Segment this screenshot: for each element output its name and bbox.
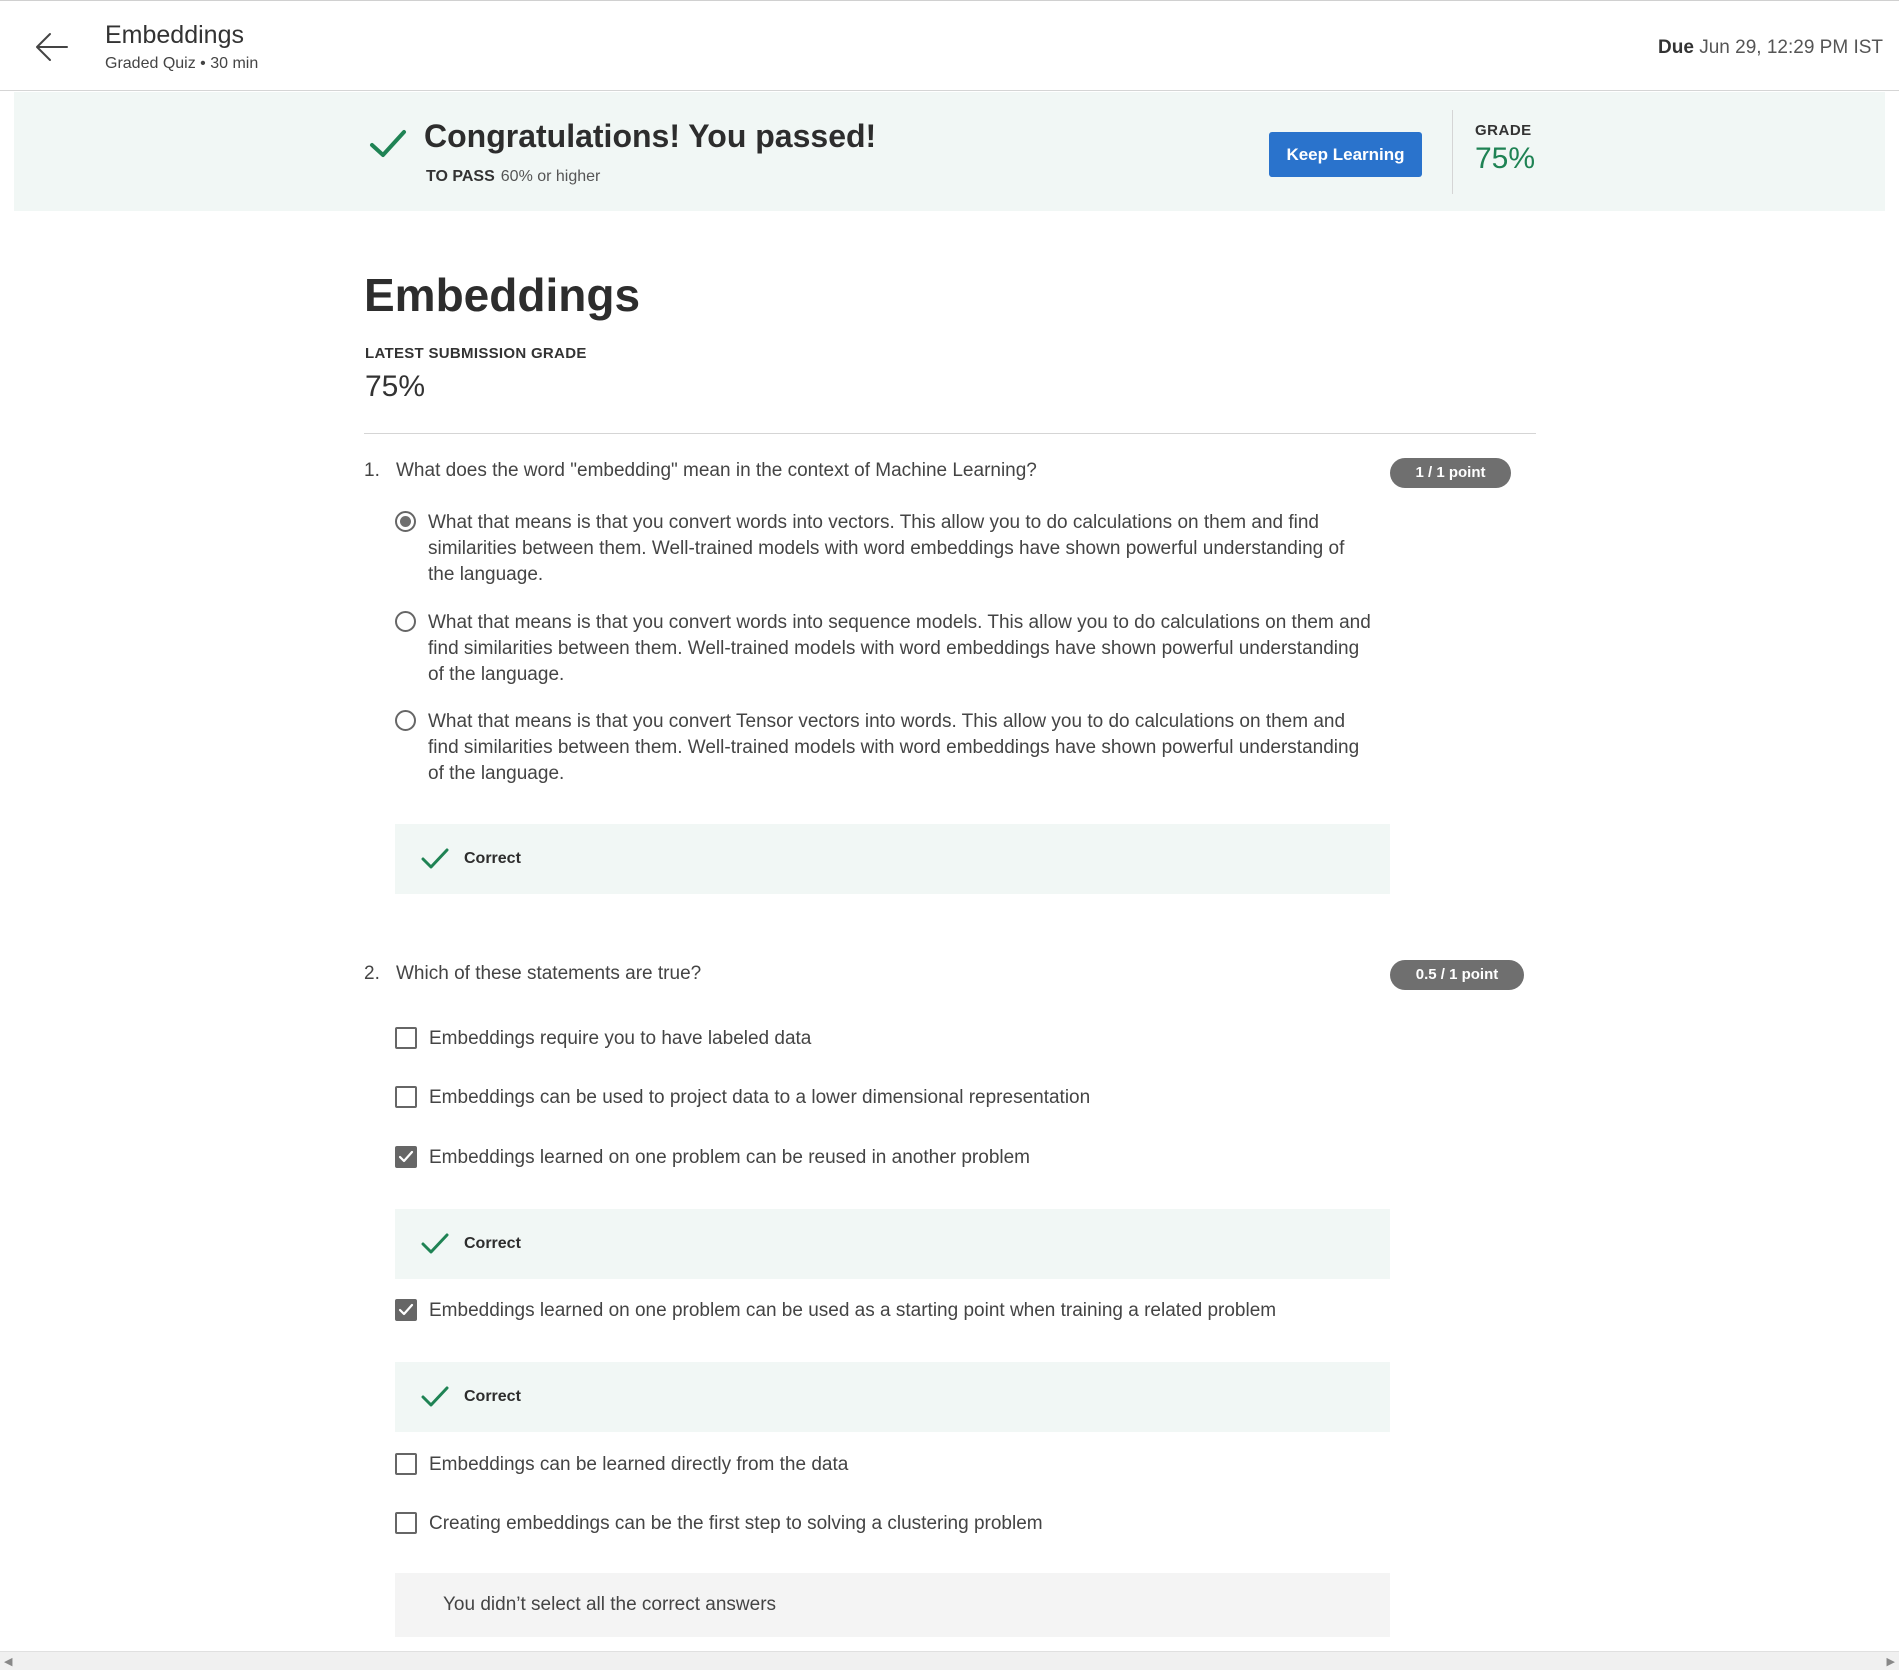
- question-2-option-4[interactable]: Embeddings learned on one problem can be…: [395, 1298, 1375, 1324]
- to-pass-value: 60% or higher: [500, 168, 601, 185]
- question-1-option-2[interactable]: What that means is that you convert word…: [395, 610, 1375, 688]
- option-text: What that means is that you convert Tens…: [428, 711, 1360, 784]
- feedback-text: Correct: [464, 1235, 521, 1252]
- option-text: Embeddings can be learned directly from …: [429, 1454, 849, 1475]
- question-2-points-badge: 0.5 / 1 point: [1390, 960, 1524, 990]
- question-2-option-5[interactable]: Embeddings can be learned directly from …: [395, 1452, 1375, 1478]
- option-text: What that means is that you convert word…: [428, 512, 1345, 585]
- check-icon: [421, 1233, 449, 1254]
- check-icon: [421, 1386, 449, 1407]
- grade-value: 75%: [1475, 142, 1536, 175]
- to-pass-label: TO PASS: [426, 168, 495, 185]
- question-2-option-6[interactable]: Creating embeddings can be the first ste…: [395, 1511, 1375, 1537]
- banner-divider: [1452, 110, 1453, 194]
- question-1-feedback: Correct: [395, 824, 1390, 894]
- pass-title: Congratulations! You passed!: [424, 118, 877, 154]
- question-1-option-1[interactable]: What that means is that you convert word…: [395, 510, 1375, 588]
- feedback-text: Correct: [464, 1388, 521, 1405]
- feedback-text: Correct: [464, 850, 521, 867]
- latest-grade-value: 75%: [365, 370, 426, 403]
- page-header: Embeddings Graded Quiz • 30 min Due Jun …: [0, 1, 1899, 91]
- question-2-option-1[interactable]: Embeddings require you to have labeled d…: [395, 1026, 1375, 1052]
- checkbox[interactable]: [395, 1027, 417, 1049]
- checkbox-checked[interactable]: [395, 1299, 417, 1321]
- option-text: Embeddings can be used to project data t…: [429, 1087, 1091, 1108]
- arrow-left-icon: [36, 33, 68, 61]
- to-pass-info: TO PASS 60% or higher: [426, 168, 600, 186]
- question-1-text: What does the word "embedding" mean in t…: [396, 460, 1037, 481]
- question-1-points-badge: 1 / 1 point: [1390, 458, 1511, 488]
- question-2-number: 2.: [364, 963, 380, 984]
- checkbox[interactable]: [395, 1453, 417, 1475]
- page-title: Embeddings: [364, 269, 641, 321]
- option-text: Embeddings require you to have labeled d…: [429, 1028, 812, 1049]
- question-1-option-3[interactable]: What that means is that you convert Tens…: [395, 709, 1375, 787]
- question-2-option-4-feedback: Correct: [395, 1362, 1390, 1432]
- option-text: Creating embeddings can be the first ste…: [429, 1513, 1043, 1534]
- checkbox-checked[interactable]: [395, 1146, 417, 1168]
- question-2-summary-feedback: You didn’t select all the correct answer…: [395, 1573, 1390, 1637]
- divider: [364, 433, 1536, 434]
- checkbox[interactable]: [395, 1512, 417, 1534]
- due-date: Due Jun 29, 12:29 PM IST: [1658, 37, 1883, 59]
- feedback-text: You didn’t select all the correct answer…: [443, 1594, 777, 1615]
- due-label: Due: [1658, 37, 1694, 58]
- question-2-option-2[interactable]: Embeddings can be used to project data t…: [395, 1085, 1375, 1111]
- question-2-text: Which of these statements are true?: [396, 963, 702, 984]
- header-subtitle: Graded Quiz • 30 min: [105, 55, 259, 72]
- scroll-left-arrow-icon[interactable]: ◀: [4, 1655, 12, 1668]
- back-button[interactable]: [34, 29, 70, 65]
- option-text: What that means is that you convert word…: [428, 612, 1371, 685]
- radio-button-selected[interactable]: [395, 511, 416, 532]
- grade-label: GRADE: [1475, 122, 1532, 139]
- option-text: Embeddings learned on one problem can be…: [429, 1147, 1031, 1168]
- question-1-number: 1.: [364, 460, 380, 481]
- scroll-right-arrow-icon[interactable]: ▶: [1887, 1655, 1895, 1668]
- checkmark-icon: [398, 1303, 414, 1316]
- horizontal-scrollbar[interactable]: ◀ ▶: [0, 1651, 1899, 1670]
- header-title: Embeddings: [105, 21, 244, 49]
- question-2-option-3[interactable]: Embeddings learned on one problem can be…: [395, 1145, 1375, 1171]
- due-value: Jun 29, 12:29 PM IST: [1699, 37, 1883, 58]
- checkbox[interactable]: [395, 1086, 417, 1108]
- option-text: Embeddings learned on one problem can be…: [429, 1300, 1277, 1321]
- latest-grade-label: LATEST SUBMISSION GRADE: [365, 345, 587, 362]
- pass-banner: Congratulations! You passed! TO PASS 60% …: [14, 92, 1885, 211]
- checkmark-icon: [398, 1150, 414, 1163]
- keep-learning-button[interactable]: Keep Learning: [1269, 132, 1422, 177]
- radio-button[interactable]: [395, 611, 416, 632]
- check-icon: [421, 848, 449, 869]
- radio-button[interactable]: [395, 710, 416, 731]
- check-icon: [370, 130, 406, 157]
- question-2-option-3-feedback: Correct: [395, 1209, 1390, 1279]
